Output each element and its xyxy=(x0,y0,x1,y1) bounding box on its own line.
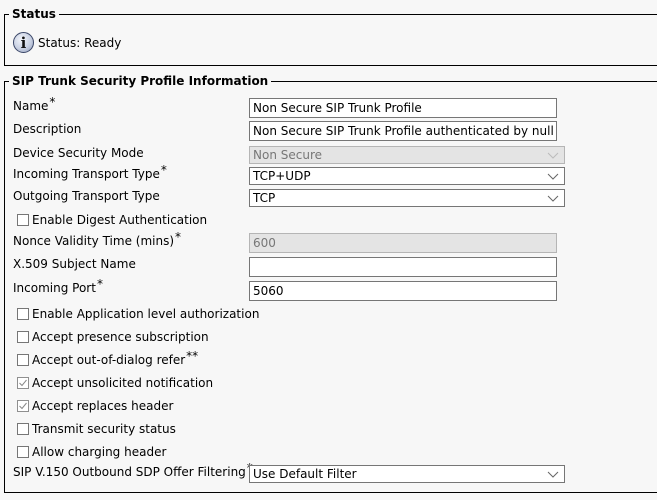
checkmark-icon xyxy=(19,379,27,387)
accept-ood-refer-label: Accept out-of-dialog refer** xyxy=(32,349,199,367)
name-input[interactable]: Non Secure SIP Trunk Profile xyxy=(249,98,557,118)
profile-info-legend: SIP Trunk Security Profile Information xyxy=(9,74,272,88)
accept-unsolicited-row: Accept unsolicited notification xyxy=(17,376,213,390)
accept-replaces-label: Accept replaces header xyxy=(32,399,174,413)
incoming-port-row: Incoming Port* 5060 xyxy=(5,277,657,301)
incoming-transport-label: Incoming Transport Type* xyxy=(13,163,167,181)
transmit-security-label: Transmit security status xyxy=(32,422,176,436)
profile-info-fieldset: SIP Trunk Security Profile Information N… xyxy=(4,74,657,493)
status-fieldset: Status i Status: Ready xyxy=(4,7,657,66)
device-security-mode-select[interactable]: Non Secure xyxy=(249,146,565,164)
incoming-transport-select[interactable]: TCP+UDP xyxy=(249,167,565,185)
x509-subject-input[interactable] xyxy=(249,257,557,277)
allow-charging-label: Allow charging header xyxy=(32,445,167,459)
incoming-port-label: Incoming Port* xyxy=(13,277,103,295)
enable-digest-auth-row: Enable Digest Authentication xyxy=(17,213,207,227)
checkmark-icon xyxy=(19,402,27,410)
transmit-security-row: Transmit security status xyxy=(17,422,176,436)
description-row: Description Non Secure SIP Trunk Profile… xyxy=(5,121,657,141)
accept-replaces-checkbox[interactable] xyxy=(17,400,29,412)
name-label: Name* xyxy=(13,95,56,113)
device-security-mode-row: Device Security Mode Non Secure xyxy=(5,145,657,165)
enable-app-auth-row: Enable Application level authorization xyxy=(17,307,259,321)
transmit-security-checkbox[interactable] xyxy=(17,423,29,435)
outgoing-transport-label: Outgoing Transport Type xyxy=(13,189,160,203)
accept-unsolicited-checkbox[interactable] xyxy=(17,377,29,389)
accept-presence-label: Accept presence subscription xyxy=(32,330,209,344)
accept-ood-refer-checkbox[interactable] xyxy=(17,354,29,366)
chevron-down-icon xyxy=(547,152,559,159)
incoming-transport-row: Incoming Transport Type* TCP+UDP xyxy=(5,163,657,187)
status-row: i Status: Ready xyxy=(13,32,121,53)
incoming-transport-value: TCP+UDP xyxy=(253,169,311,183)
device-security-mode-value: Non Secure xyxy=(253,148,322,162)
x509-subject-row: X.509 Subject Name xyxy=(5,257,657,277)
outgoing-transport-value: TCP xyxy=(253,191,276,205)
sdp-filtering-value: Use Default Filter xyxy=(253,467,357,481)
accept-ood-refer-row: Accept out-of-dialog refer** xyxy=(17,349,199,367)
allow-charging-checkbox[interactable] xyxy=(17,446,29,458)
accept-presence-checkbox[interactable] xyxy=(17,331,29,343)
chevron-down-icon xyxy=(547,195,559,202)
sdp-filtering-label: SIP V.150 Outbound SDP Offer Filtering* xyxy=(13,461,253,479)
accept-unsolicited-label: Accept unsolicited notification xyxy=(32,376,214,390)
x509-subject-label: X.509 Subject Name xyxy=(13,257,136,271)
info-icon: i xyxy=(13,32,34,53)
outgoing-transport-row: Outgoing Transport Type TCP xyxy=(5,189,657,209)
chevron-down-icon xyxy=(547,173,559,180)
enable-app-auth-checkbox[interactable] xyxy=(17,308,29,320)
enable-app-auth-label: Enable Application level authorization xyxy=(32,307,260,321)
allow-charging-row: Allow charging header xyxy=(17,445,166,459)
accept-replaces-row: Accept replaces header xyxy=(17,399,173,413)
description-input[interactable]: Non Secure SIP Trunk Profile authenticat… xyxy=(249,121,557,141)
device-security-mode-label: Device Security Mode xyxy=(13,146,144,160)
enable-digest-auth-label: Enable Digest Authentication xyxy=(32,213,208,227)
nonce-validity-label: Nonce Validity Time (mins)* xyxy=(13,230,182,248)
status-text: Status: Ready xyxy=(38,35,122,50)
description-label: Description xyxy=(13,122,82,136)
sdp-filtering-row: SIP V.150 Outbound SDP Offer Filtering* … xyxy=(5,461,657,485)
enable-digest-auth-checkbox[interactable] xyxy=(17,214,29,226)
sdp-filtering-select[interactable]: Use Default Filter xyxy=(249,465,565,483)
nonce-validity-input[interactable]: 600 xyxy=(249,233,557,253)
accept-presence-row: Accept presence subscription xyxy=(17,330,209,344)
status-legend: Status xyxy=(9,7,59,21)
nonce-validity-row: Nonce Validity Time (mins)* 600 xyxy=(5,230,657,253)
outgoing-transport-select[interactable]: TCP xyxy=(249,189,565,207)
incoming-port-input[interactable]: 5060 xyxy=(249,281,557,301)
name-row: Name* Non Secure SIP Trunk Profile xyxy=(5,95,657,118)
chevron-down-icon xyxy=(547,471,559,478)
